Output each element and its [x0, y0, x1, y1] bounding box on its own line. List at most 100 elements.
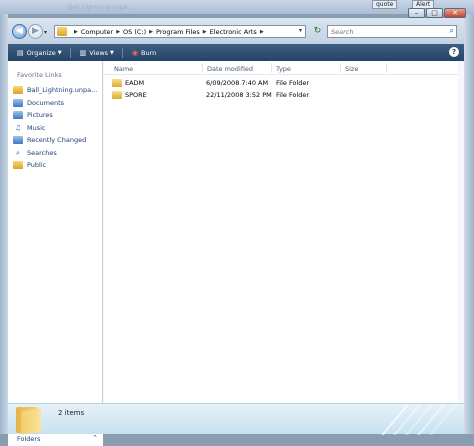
aurora-decoration: [374, 404, 464, 435]
views-label: Views: [89, 48, 109, 57]
window-right-border: [464, 14, 474, 434]
organize-button[interactable]: ▤ Organize ▼: [17, 49, 62, 57]
file-name: EADM: [125, 79, 145, 87]
command-bar: ▤ Organize ▼ ▥ Views ▼ ◉ Burn ?: [8, 44, 464, 61]
folder-icon: [112, 91, 122, 99]
minimize-button[interactable]: –: [408, 8, 425, 18]
folders-label: Folders: [17, 435, 41, 443]
burn-disc-icon: ◉: [131, 48, 139, 57]
recent-pages-dropdown[interactable]: ▾: [44, 29, 47, 36]
favorite-item-label: Documents: [27, 98, 65, 107]
window-left-border: [0, 14, 8, 434]
breadcrumb-electronic-arts[interactable]: ▶ Electronic Arts ▶: [200, 28, 267, 36]
favorite-item-label: Recently Changed: [27, 136, 87, 145]
background-window-strip: Ball_Lightning.unpa... quote Alert: [0, 0, 474, 14]
details-pane: 2 items: [8, 403, 464, 435]
file-type: File Folder: [276, 91, 310, 99]
column-divider[interactable]: [202, 63, 203, 73]
breadcrumb: ▶ Computer ▶ OS (C:) ▶ Program Files ▶ E…: [71, 27, 267, 37]
favorite-item-label: Public: [27, 161, 47, 170]
favorite-item-searches[interactable]: ⌕ Searches: [13, 147, 97, 160]
folder-icon: [57, 27, 67, 36]
burn-button[interactable]: ◉ Burn: [132, 49, 156, 57]
favorite-item-music[interactable]: ♫ Music: [13, 122, 97, 135]
breadcrumb-label[interactable]: Electronic Arts: [210, 28, 257, 36]
search-input[interactable]: [331, 27, 441, 36]
favorite-item-recently-changed[interactable]: Recently Changed: [13, 134, 97, 147]
file-date-modified: 22/11/2008 3:52 PM: [206, 91, 272, 99]
toolbar-divider: [69, 47, 71, 58]
folder-front-shape: [21, 408, 41, 435]
chevron-down-icon: ▼: [57, 49, 62, 56]
favorite-links-list: Ball_Lightning.unpa... Documents Picture…: [13, 84, 97, 172]
recent-icon: [13, 136, 23, 145]
breadcrumb-os-c[interactable]: ▶ OS (C:): [113, 28, 146, 36]
chevron-up-icon[interactable]: ⌃: [92, 434, 98, 442]
favorite-item-label: Ball_Lightning.unpa...: [27, 86, 98, 95]
file-type: File Folder: [276, 79, 310, 87]
breadcrumb-computer[interactable]: ▶ Computer: [71, 28, 113, 36]
column-header-date-modified[interactable]: Date modified: [207, 65, 253, 73]
favorite-item-label: Music: [27, 123, 46, 132]
documents-icon: [13, 98, 23, 107]
search-icon[interactable]: ⌕: [450, 26, 454, 36]
search-icon: ⌕: [16, 148, 20, 157]
favorite-item-public[interactable]: Public: [13, 159, 97, 172]
file-name: SPORE: [125, 91, 147, 99]
explorer-window: ◀ ▶ ▾ ▶ Computer ▶ OS (C:) ▶ Program Fil…: [8, 18, 464, 446]
column-header-type[interactable]: Type: [276, 65, 291, 73]
file-row[interactable]: SPORE 22/11/2008 3:52 PM File Folder: [104, 89, 364, 101]
chevron-right-icon[interactable]: ▶: [203, 29, 207, 35]
address-row: ◀ ▶ ▾ ▶ Computer ▶ OS (C:) ▶ Program Fil…: [8, 18, 464, 44]
column-divider[interactable]: [386, 63, 387, 73]
views-button[interactable]: ▥ Views ▼: [80, 49, 114, 57]
favorite-links-heading: Favorite Links: [17, 71, 62, 79]
file-name-cell: EADM: [112, 79, 144, 87]
music-icon: ♫: [14, 123, 22, 132]
file-row[interactable]: EADM 6/09/2008 7:40 AM File Folder: [104, 77, 364, 89]
refresh-button[interactable]: ↻: [311, 25, 324, 38]
search-box[interactable]: ⌕: [327, 25, 457, 38]
organize-label: Organize: [26, 48, 56, 57]
background-window-title: Ball_Lightning.unpa...: [68, 4, 133, 11]
chevron-right-icon[interactable]: ▶: [149, 29, 153, 35]
chevron-right-icon[interactable]: ▶: [260, 29, 264, 35]
column-divider[interactable]: [340, 63, 341, 73]
column-divider[interactable]: [271, 63, 272, 73]
breadcrumb-label[interactable]: OS (C:): [123, 28, 146, 36]
folder-icon: [13, 161, 23, 170]
address-bar[interactable]: ▶ Computer ▶ OS (C:) ▶ Program Files ▶ E…: [54, 25, 306, 38]
chevron-down-icon: ▼: [110, 49, 114, 56]
burn-label: Burn: [141, 48, 157, 57]
file-name-cell: SPORE: [112, 91, 147, 99]
navigation-pane: Favorite Links Ball_Lightning.unpa... Do…: [8, 61, 103, 446]
toolbar-divider: [121, 47, 123, 58]
chevron-right-icon[interactable]: ▶: [74, 29, 78, 35]
pictures-icon: [13, 111, 23, 120]
forward-button[interactable]: ▶: [28, 24, 43, 39]
organize-icon: ▤: [17, 48, 24, 57]
favorite-item-label: Pictures: [27, 111, 53, 120]
file-date-modified: 6/09/2008 7:40 AM: [206, 79, 269, 87]
back-button[interactable]: ◀: [12, 24, 27, 39]
caption-buttons: – □ ✕: [407, 8, 466, 18]
chevron-right-icon[interactable]: ▶: [116, 29, 120, 35]
favorite-item-documents[interactable]: Documents: [13, 97, 97, 110]
background-tab-quote[interactable]: quote: [372, 0, 398, 9]
breadcrumb-program-files[interactable]: ▶ Program Files: [146, 28, 200, 36]
folder-icon: [112, 79, 122, 87]
address-dropdown[interactable]: ▾: [299, 27, 302, 34]
items-count: 2 items: [58, 409, 85, 417]
help-icon[interactable]: ?: [449, 47, 459, 57]
breadcrumb-label[interactable]: Program Files: [156, 28, 200, 36]
column-headers: Name Date modified Type Size: [104, 61, 464, 75]
breadcrumb-label[interactable]: Computer: [81, 28, 113, 36]
maximize-button[interactable]: □: [426, 8, 443, 18]
file-list-pane: Name Date modified Type Size EADM 6/09/2…: [104, 61, 464, 403]
favorite-item-pictures[interactable]: Pictures: [13, 109, 97, 122]
favorite-item-label: Searches: [27, 148, 57, 157]
column-header-name[interactable]: Name: [114, 65, 133, 73]
column-header-size[interactable]: Size: [345, 65, 358, 73]
close-button[interactable]: ✕: [444, 8, 466, 18]
favorite-item-ball-lightning[interactable]: Ball_Lightning.unpa...: [13, 84, 97, 97]
